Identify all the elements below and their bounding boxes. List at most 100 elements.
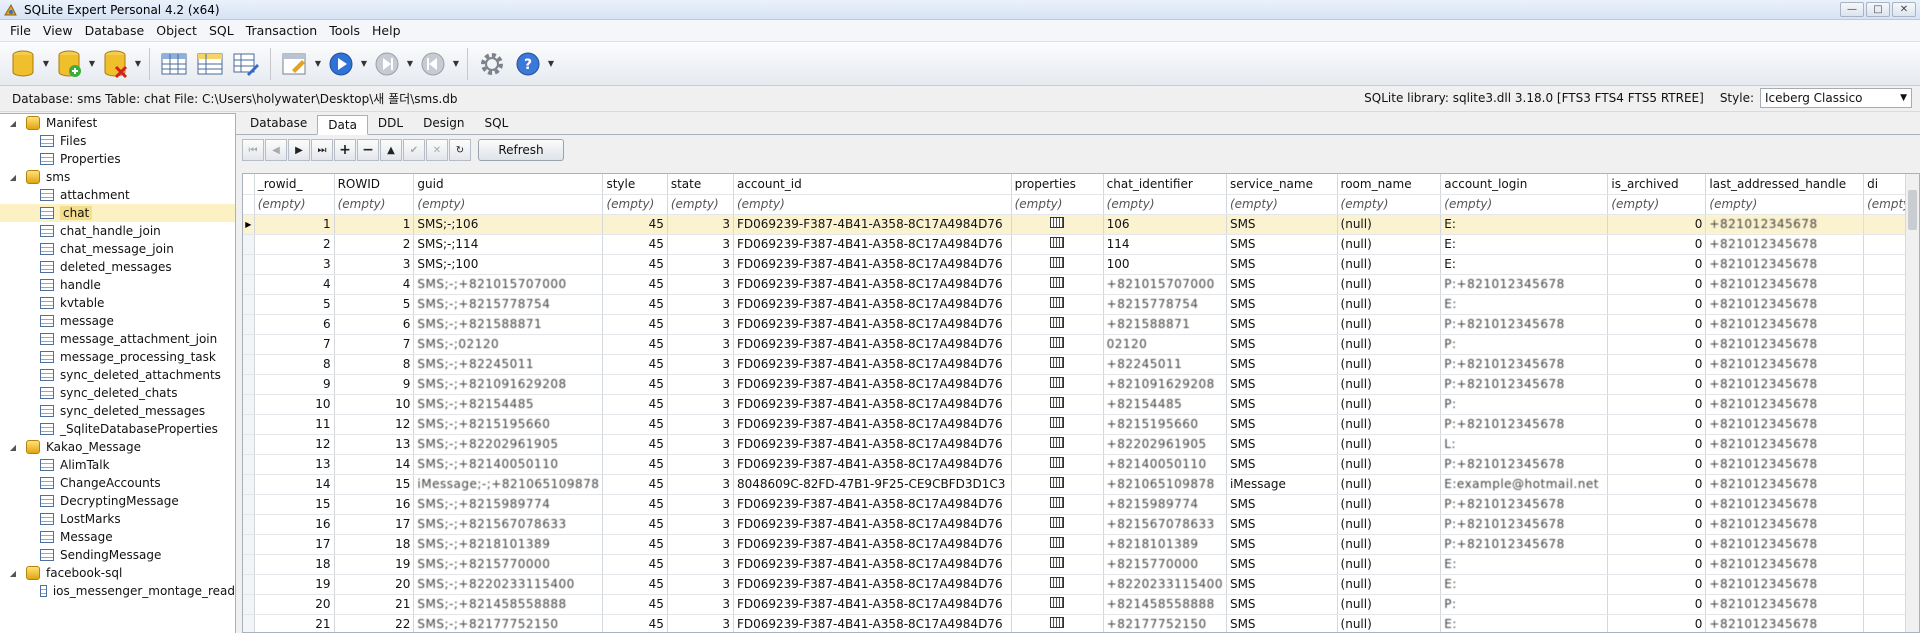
table-cell[interactable]: 114 (1103, 234, 1227, 255)
table-cell[interactable]: 3 (667, 594, 734, 615)
row-indicator[interactable] (243, 394, 255, 415)
refresh-button[interactable]: Refresh (478, 139, 564, 161)
table-cell[interactable]: 45 (602, 394, 668, 415)
delete-record-button[interactable]: − (357, 139, 379, 161)
tab-sql[interactable]: SQL (475, 114, 519, 134)
column-filter[interactable]: (empty) (733, 194, 1012, 215)
column-header[interactable]: style (602, 174, 668, 195)
table-cell[interactable]: 0 (1607, 274, 1707, 295)
table-cell[interactable]: 3 (667, 334, 734, 355)
table-cell[interactable]: 3 (667, 434, 734, 455)
menu-sql[interactable]: SQL (203, 23, 240, 38)
table-cell[interactable]: FD069239-F387-4B41-A358-8C17A4984D76 (733, 494, 1012, 515)
table-cell[interactable]: +82154485 (1103, 394, 1227, 415)
execute-button[interactable] (324, 46, 358, 82)
tree-database-node[interactable]: ◢ facebook-sql (0, 564, 235, 582)
table-cell[interactable]: 21 (254, 614, 335, 632)
refresh-data-icon-button[interactable]: ↻ (449, 139, 471, 161)
table-cell[interactable]: 0 (1607, 614, 1707, 632)
table-cell[interactable]: 0 (1607, 434, 1707, 455)
table-cell[interactable]: FD069239-F387-4B41-A358-8C17A4984D76 (733, 334, 1012, 355)
new-table-button[interactable] (157, 46, 191, 82)
table-cell[interactable]: +82245011 (1103, 354, 1227, 375)
table-cell[interactable]: SMS;-;100 (413, 254, 604, 275)
tree-table-node[interactable]: _SqliteDatabaseProperties (0, 420, 235, 438)
table-cell[interactable]: 7 (254, 334, 335, 355)
table-cell[interactable]: 45 (602, 574, 668, 595)
tab-design[interactable]: Design (413, 114, 474, 134)
table-row[interactable]: 8 8 SMS;-;+82245011 45 3 FD069239-F387-4B41-A… (243, 354, 1919, 375)
table-cell[interactable]: (null) (1337, 614, 1442, 632)
table-cell[interactable]: SMS (1226, 494, 1338, 515)
table-cell[interactable]: 45 (602, 374, 668, 395)
collapse-icon[interactable]: ◢ (8, 443, 18, 452)
table-cell[interactable]: 3 (667, 414, 734, 435)
table-cell[interactable]: 0 (1607, 294, 1707, 315)
table-cell[interactable]: SMS (1226, 414, 1338, 435)
table-cell[interactable]: 1 (254, 214, 335, 235)
table-cell[interactable]: 3 (667, 234, 734, 255)
table-cell[interactable]: +821012345678 (1705, 594, 1865, 615)
table-cell[interactable]: 3 (667, 554, 734, 575)
edit-record-button[interactable]: ▲ (380, 139, 402, 161)
table-cell[interactable]: E: (1440, 254, 1609, 275)
table-cell[interactable]: SMS (1226, 594, 1338, 615)
table-cell[interactable]: +821012345678 (1705, 434, 1865, 455)
table-cell[interactable]: 0 (1607, 494, 1707, 515)
column-header[interactable]: _rowid_ (254, 174, 335, 195)
column-header[interactable]: guid (413, 174, 604, 195)
table-cell[interactable]: 19 (334, 554, 415, 575)
open-database-button[interactable] (6, 46, 40, 82)
table-cell[interactable] (1011, 574, 1104, 595)
table-cell[interactable]: 13 (254, 454, 335, 475)
table-cell[interactable]: 45 (602, 274, 668, 295)
table-cell[interactable]: P: (1440, 594, 1609, 615)
table-cell[interactable] (1011, 474, 1104, 495)
tree-table-node[interactable]: sync_deleted_messages (0, 402, 235, 420)
table-cell[interactable]: +821091629208 (1103, 374, 1227, 395)
row-indicator[interactable] (243, 474, 255, 495)
table-cell[interactable]: 3 (667, 294, 734, 315)
column-header[interactable]: service_name (1226, 174, 1338, 195)
close-database-button[interactable] (98, 46, 132, 82)
settings-button[interactable] (475, 46, 509, 82)
table-cell[interactable]: FD069239-F387-4B41-A358-8C17A4984D76 (733, 254, 1012, 275)
column-header[interactable]: account_id (733, 174, 1012, 195)
next-record-button[interactable]: ▶ (288, 139, 310, 161)
table-cell[interactable]: (null) (1337, 234, 1442, 255)
table-cell[interactable]: 0 (1607, 414, 1707, 435)
close-database-dropdown[interactable]: ▼ (134, 46, 142, 82)
table-cell[interactable]: 9 (254, 374, 335, 395)
table-cell[interactable]: L: (1440, 434, 1609, 455)
tree-table-node[interactable]: sync_deleted_attachments (0, 366, 235, 384)
table-cell[interactable]: 3 (667, 274, 734, 295)
table-cell[interactable]: 5 (334, 294, 415, 315)
column-header[interactable]: ROWID (334, 174, 415, 195)
column-header[interactable]: chat_identifier (1103, 174, 1227, 195)
tree-table-node[interactable]: message (0, 312, 235, 330)
table-cell[interactable]: +821012345678 (1705, 274, 1865, 295)
column-filter[interactable]: (empty) (254, 194, 335, 215)
table-cell[interactable]: 2 (334, 234, 415, 255)
table-cell[interactable]: SMS;-;+82154485 (413, 394, 604, 415)
tree-table-node[interactable]: chat (0, 204, 235, 222)
table-cell[interactable]: 45 (602, 554, 668, 575)
table-cell[interactable]: 0 (1607, 594, 1707, 615)
table-cell[interactable]: 10 (254, 394, 335, 415)
table-cell[interactable]: (null) (1337, 414, 1442, 435)
table-cell[interactable]: SMS (1226, 214, 1338, 235)
row-indicator[interactable] (243, 574, 255, 595)
table-cell[interactable]: SMS (1226, 454, 1338, 475)
table-cell[interactable]: SMS (1226, 574, 1338, 595)
row-indicator[interactable] (243, 354, 255, 375)
table-cell[interactable]: 12 (254, 434, 335, 455)
sql-editor-dropdown[interactable]: ▼ (314, 46, 322, 82)
table-cell[interactable]: 11 (254, 414, 335, 435)
table-cell[interactable]: (null) (1337, 594, 1442, 615)
table-cell[interactable]: 13 (334, 434, 415, 455)
row-indicator[interactable] (243, 374, 255, 395)
table-cell[interactable]: P:+821012345678 (1440, 414, 1609, 435)
table-cell[interactable] (1011, 294, 1104, 315)
table-cell[interactable] (1011, 234, 1104, 255)
tree-table-node[interactable]: message_processing_task (0, 348, 235, 366)
